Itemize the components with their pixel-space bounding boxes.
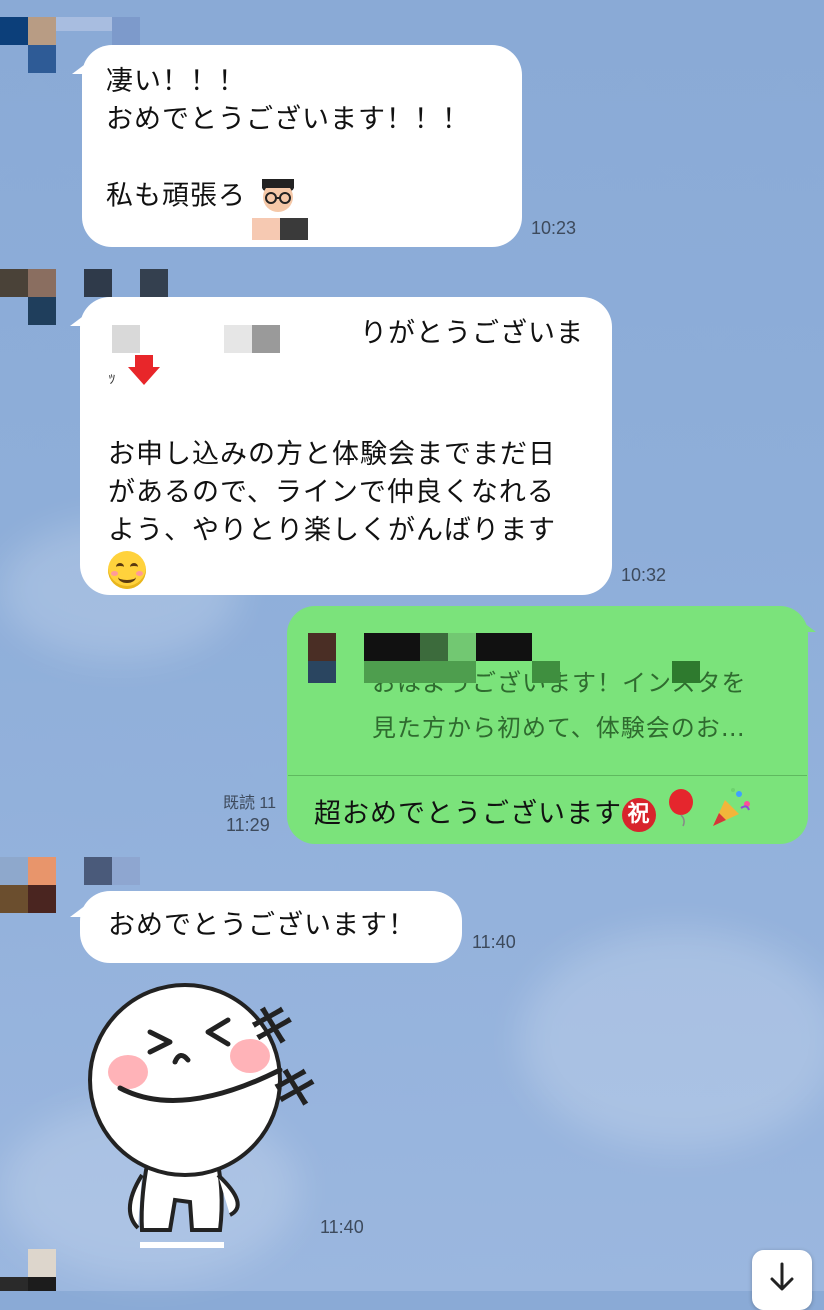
quoted-name-mosaic — [364, 633, 420, 661]
message-text: 超おめでとうございます — [314, 798, 622, 830]
message-timestamp: 10:23 — [531, 218, 577, 238]
message-timestamp: 11:40 — [320, 1217, 364, 1237]
message-bubble-incoming[interactable]: 凄い！！！ おめでとうございます！！！ 私も頑張ろ — [82, 45, 522, 247]
smiling-character-sticker[interactable]: キキ — [80, 980, 327, 1250]
message-line: 私も頑張ろ — [106, 180, 246, 212]
message-line: りがとうございま — [360, 318, 584, 349]
mosaic-patch — [112, 325, 140, 353]
message-line: お申し込みの方と体験会までまだ日 — [108, 439, 556, 470]
red-down-arrow-emoji — [127, 353, 161, 398]
message-body: 超おめでとうございます祝 — [314, 786, 753, 844]
message-timestamp: 11:29 — [226, 815, 270, 835]
mosaic-patch — [224, 325, 252, 353]
message-line: があるので、ラインで仲良くなれる — [108, 477, 555, 508]
smiling-face-emoji — [108, 550, 146, 589]
quoted-text-line: 見た方から初めて、体験会のお… — [372, 714, 746, 742]
mosaic-patch — [280, 218, 308, 240]
party-popper-emoji — [709, 786, 753, 844]
bubble-tail — [70, 314, 86, 326]
message-bubble-incoming[interactable]: おめでとうございます！ — [80, 891, 462, 963]
quoted-avatar — [308, 633, 336, 661]
read-label: 既読 11 — [222, 795, 276, 812]
message-line: よう、やりとり楽しくがんばります — [108, 515, 556, 546]
message-line: おめでとうございます！！！ — [106, 104, 470, 135]
bubble-tail — [72, 62, 88, 74]
scroll-down-arrow-icon — [770, 1262, 794, 1291]
quote-divider — [288, 775, 807, 776]
glasses-man-emoji — [256, 177, 300, 217]
bubble-tail — [800, 620, 816, 632]
mosaic-patch — [252, 218, 280, 240]
celebration-iwai-emoji: 祝 — [622, 798, 656, 832]
balloon-emoji — [666, 788, 700, 842]
message-text: おめでとうございます！ — [108, 910, 416, 941]
scroll-to-bottom-button[interactable] — [752, 1250, 812, 1310]
background-cloud — [520, 930, 824, 1150]
message-line: 凄い！！！ — [106, 66, 246, 97]
message-line-partial: ｯ — [108, 368, 118, 387]
read-receipt: 既読 11 — [200, 793, 276, 815]
message-timestamp: 11:40 — [472, 932, 516, 952]
message-timestamp: 10:32 — [621, 565, 667, 585]
bubble-tail — [70, 905, 86, 917]
mosaic-patch — [252, 325, 280, 353]
